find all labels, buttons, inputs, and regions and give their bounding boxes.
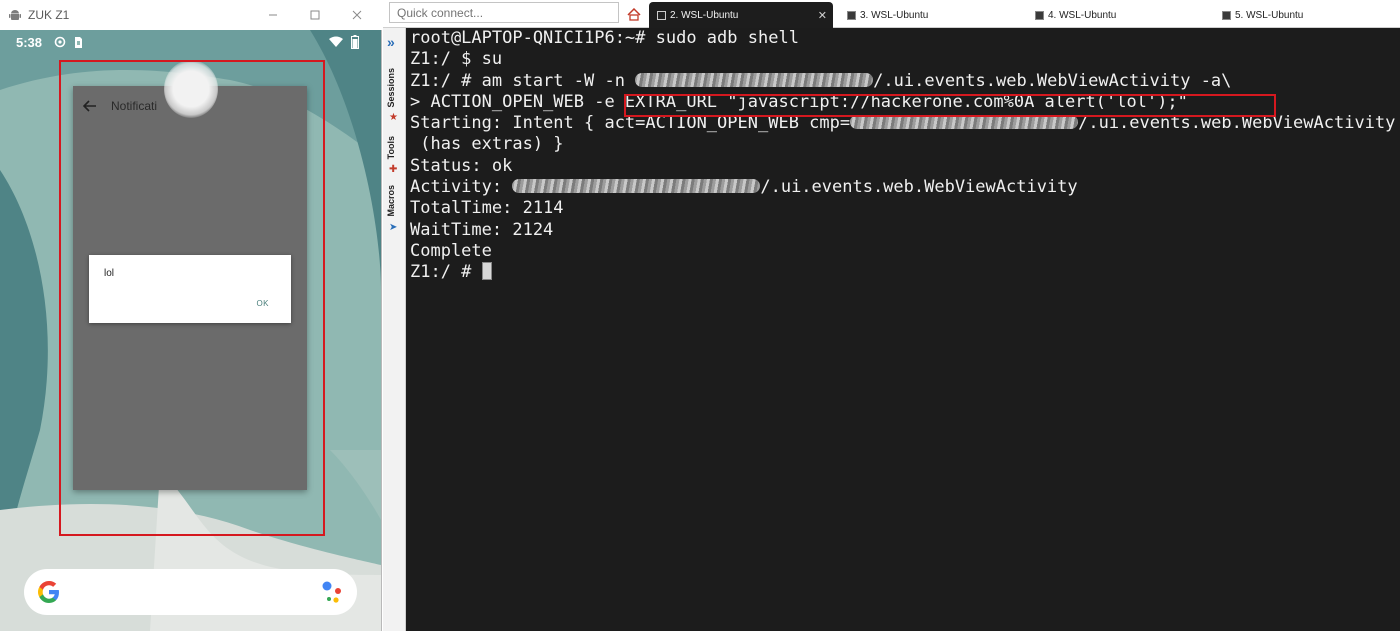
tab-label: 3. WSL-Ubuntu: [860, 9, 929, 21]
highlight-box: [59, 60, 325, 536]
emulator-titlebar: ZUK Z1: [0, 0, 382, 30]
maximize-icon: [310, 10, 320, 20]
terminal-line: Z1:/ #: [410, 261, 1395, 283]
line-text: Z1:/ # am start -W -n: [410, 70, 636, 91]
terminal-tab-icon: [657, 10, 666, 20]
line-text: Z1:/ #: [410, 262, 482, 283]
emulator-window: ZUK Z1 5:38 Notificati lol OK: [0, 0, 382, 631]
maximize-button[interactable]: [304, 4, 326, 26]
star-icon: ★: [389, 112, 398, 123]
status-bar: 5:38: [0, 30, 381, 54]
target-icon: [54, 36, 66, 48]
double-chevron-icon[interactable]: »: [387, 34, 395, 50]
terminal-line: Z1:/ # am start -W -n /.ui.events.web.We…: [410, 71, 1395, 92]
sidebar-macros[interactable]: Macros: [386, 185, 396, 217]
text-cursor: [481, 261, 492, 280]
terminal-line: Z1:/ $ su: [410, 49, 503, 70]
tab-bar: 2. WSL-Ubuntu ✕ 3. WSL-Ubuntu 4. WSL-Ubu…: [383, 0, 1400, 28]
tab-label: 5. WSL-Ubuntu: [1235, 9, 1304, 21]
close-button[interactable]: [346, 4, 368, 26]
macro-arrow-icon: ➤: [389, 222, 398, 233]
tools-icon: ✚: [389, 164, 398, 175]
minimize-button[interactable]: [262, 4, 284, 26]
quick-connect-input[interactable]: [389, 2, 619, 23]
google-logo-icon: [38, 581, 59, 603]
highlight-box: [624, 94, 1276, 117]
line-text: Activity:: [410, 177, 513, 198]
tab-2-wsl-ubuntu[interactable]: 2. WSL-Ubuntu ✕: [649, 2, 833, 28]
tab-5-wsl-ubuntu[interactable]: 5. WSL-Ubuntu: [1222, 2, 1303, 28]
terminal-tab-icon: [1222, 10, 1231, 20]
left-sidebar: » Sessions ★ Tools ✚ Macros ➤: [383, 28, 406, 631]
line-text: /.ui.events.web.WebViewActivity: [760, 177, 1078, 198]
tab-label: 2. WSL-Ubuntu: [670, 9, 739, 21]
google-search-bar[interactable]: [24, 569, 357, 615]
sidebar-sessions[interactable]: Sessions: [386, 68, 396, 108]
tab-close-icon[interactable]: ✕: [818, 9, 827, 22]
terminal-window: 2. WSL-Ubuntu ✕ 3. WSL-Ubuntu 4. WSL-Ubu…: [383, 0, 1400, 631]
phone-screen: 5:38 Notificati lol OK: [0, 30, 381, 631]
line-text: /.ui.events.web.WebViewActivity -a\: [873, 70, 1232, 91]
home-icon: [627, 7, 641, 21]
tab-4-wsl-ubuntu[interactable]: 4. WSL-Ubuntu: [1035, 2, 1116, 28]
terminal-line: Activity: /.ui.events.web.WebViewActivit…: [410, 177, 1395, 198]
tab-3-wsl-ubuntu[interactable]: 3. WSL-Ubuntu: [847, 2, 928, 28]
close-icon: [352, 10, 362, 20]
terminal-line: Complete: [410, 240, 492, 261]
minimize-icon: [269, 14, 277, 16]
terminal-line: (has extras) }: [410, 134, 564, 155]
wifi-icon: [329, 36, 344, 48]
terminal-line: TotalTime: 2114: [410, 198, 564, 219]
status-time: 5:38: [16, 34, 43, 50]
terminal-line: WaitTime: 2124: [410, 219, 554, 240]
desktop-screenshot: { "emulator": { "title": "ZUK Z1", "stat…: [0, 0, 1400, 631]
sidebar-tools[interactable]: Tools: [386, 136, 396, 159]
terminal-line: root@LAPTOP-QNICI1P6:~# sudo adb shell: [410, 28, 799, 48]
redacted-package: [635, 72, 874, 87]
redacted-package: [850, 115, 1079, 130]
terminal-output[interactable]: root@LAPTOP-QNICI1P6:~# sudo adb shell Z…: [407, 28, 1400, 631]
assistant-icon[interactable]: [321, 581, 343, 605]
terminal-line: Status: ok: [410, 155, 513, 176]
redacted-package: [512, 179, 761, 194]
sim-card-icon: [74, 36, 83, 49]
emulator-title: ZUK Z1: [28, 8, 70, 22]
home-tab[interactable]: [619, 0, 649, 28]
terminal-tab-icon: [1035, 10, 1044, 20]
battery-icon: [351, 35, 360, 49]
tab-label: 4. WSL-Ubuntu: [1048, 9, 1117, 21]
android-icon: [9, 10, 21, 20]
terminal-tab-icon: [847, 10, 856, 20]
